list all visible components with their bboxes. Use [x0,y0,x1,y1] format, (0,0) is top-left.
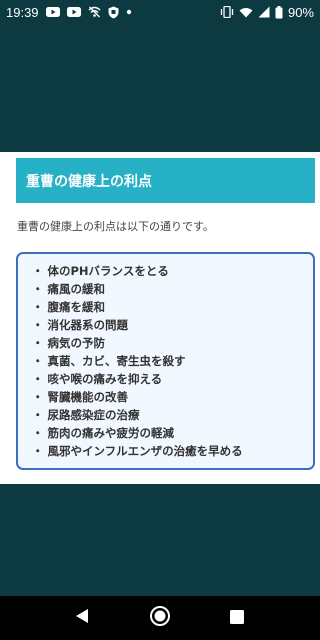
list-item: ・筋肉の痛みや疲労の軽減 [32,424,313,442]
intro-text: 重曹の健康上の利点は以下の通りです。 [17,220,214,233]
list-item: ・尿路感染症の治療 [32,406,313,424]
list-item: ・体のPHバランスをとる [32,262,313,280]
benefit-text: 痛風の緩和 [47,282,106,296]
back-button[interactable] [70,606,94,630]
benefit-text: 咳や喉の痛みを抑える [47,372,163,386]
bullet: ・ [32,372,44,386]
battery-icon [275,5,283,19]
bullet: ・ [32,336,44,350]
benefit-text: 筋肉の痛みや疲労の軽減 [47,426,175,440]
home-icon [149,605,171,631]
bullet: ・ [32,264,44,278]
benefits-box: ・体のPHバランスをとる ・痛風の緩和 ・腹痛を緩和 ・消化器系の問題 ・病気の… [16,252,315,470]
shield-icon [108,6,119,19]
status-right: 90% [220,5,314,20]
list-item: ・病気の予防 [32,334,313,352]
wifi-icon [239,7,253,18]
bullet: ・ [32,282,44,296]
list-item: ・腎臓機能の改善 [32,388,313,406]
recents-button[interactable] [225,606,249,630]
signal-icon [258,6,270,18]
status-bar: 19:39 90% [0,0,320,24]
bullet: ・ [32,318,44,332]
bullet: ・ [32,444,44,458]
benefit-text: 腹痛を緩和 [47,300,106,314]
section-header: 重曹の健康上の利点 [16,158,315,203]
benefit-text: 病気の予防 [47,336,106,350]
benefit-text: 尿路感染症の治療 [47,408,140,422]
content-card: 重曹の健康上の利点 重曹の健康上の利点は以下の通りです。 ・体のPHバランスをと… [0,152,320,484]
list-item: ・真菌、カビ、寄生虫を殺す [32,352,313,370]
wifi-off-icon [88,6,101,18]
youtube-icon [66,7,81,17]
dot-icon [126,9,132,15]
status-left: 19:39 [6,5,132,20]
list-item: ・風邪やインフルエンザの治癒を早める [32,442,313,460]
youtube-icon [45,7,60,17]
benefit-text: 風邪やインフルエンザの治癒を早める [47,444,243,458]
home-button[interactable] [148,606,172,630]
bullet: ・ [32,408,44,422]
benefit-text: 消化器系の問題 [47,318,129,332]
bullet: ・ [32,390,44,404]
back-icon [75,608,89,628]
list-item: ・咳や喉の痛みを抑える [32,370,313,388]
list-item: ・痛風の緩和 [32,280,313,298]
list-item: ・消化器系の問題 [32,316,313,334]
vibrate-icon [220,6,234,18]
bullet: ・ [32,354,44,368]
navigation-bar [0,596,320,640]
status-time: 19:39 [6,4,39,20]
benefit-text: 真菌、カビ、寄生虫を殺す [47,354,186,368]
benefits-list: ・体のPHバランスをとる ・痛風の緩和 ・腹痛を緩和 ・消化器系の問題 ・病気の… [32,262,313,460]
recents-icon [230,609,244,628]
bullet: ・ [32,300,44,314]
list-item: ・腹痛を緩和 [32,298,313,316]
bullet: ・ [32,426,44,440]
benefit-text: 腎臓機能の改善 [47,390,129,404]
section-title: 重曹の健康上の利点 [26,173,152,190]
benefit-text: 体のPHバランスをとる [47,264,169,278]
battery-percentage: 90% [287,4,314,20]
